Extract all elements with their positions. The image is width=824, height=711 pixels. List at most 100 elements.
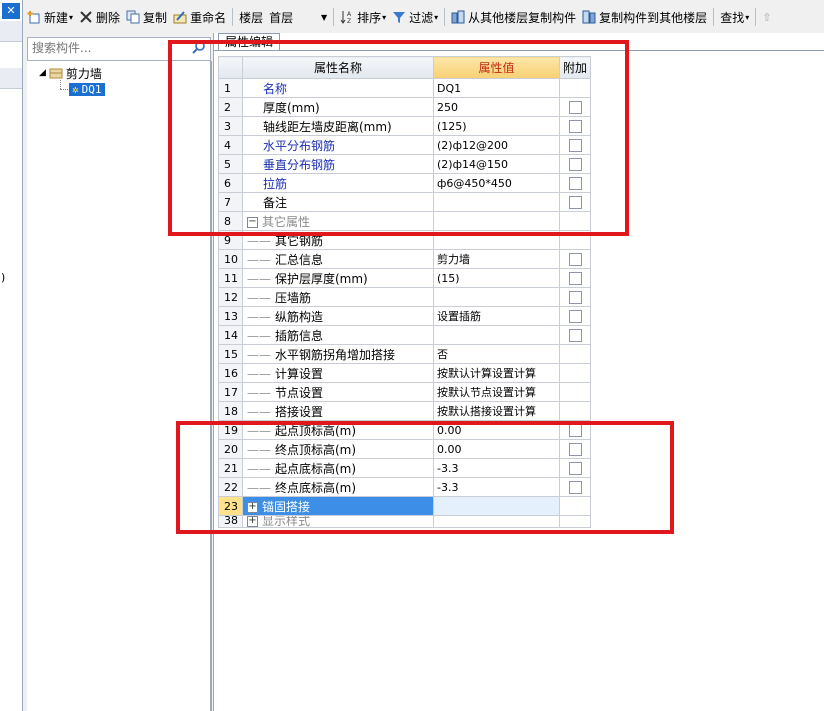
- table-row[interactable]: 18 —— 搭接设置 按默认搭接设置计算: [218, 401, 591, 421]
- table-row[interactable]: 16 —— 计算设置 按默认计算设置计算: [218, 363, 591, 383]
- copy-to-floor-button[interactable]: 复制构件到其他楼层: [579, 6, 710, 28]
- copy-from-floor-label: 从其他楼层复制构件: [468, 10, 577, 25]
- copy-to-floor-icon: [582, 10, 596, 24]
- add-checkbox[interactable]: [568, 310, 582, 323]
- add-cell: [559, 325, 591, 345]
- tree-connector: ——: [247, 404, 271, 419]
- copy-to-floor-label: 复制构件到其他楼层: [599, 10, 708, 25]
- property-name-text: 搭接设置: [275, 404, 324, 419]
- add-cell: [559, 268, 591, 288]
- find-button[interactable]: 查找 ▾: [717, 6, 752, 28]
- copy-button[interactable]: 复制: [123, 6, 170, 28]
- left-panel-cell[interactable]: [0, 68, 22, 89]
- filter-button[interactable]: 过滤 ▾: [389, 6, 441, 28]
- property-value[interactable]: [433, 287, 560, 307]
- scroll-up-icon[interactable]: ⇧: [759, 6, 774, 28]
- property-value[interactable]: (15): [433, 268, 560, 288]
- table-row[interactable]: 12 —— 压墙筋: [218, 287, 591, 307]
- property-value[interactable]: 按默认计算设置计算: [433, 363, 560, 383]
- tree-connector: ——: [247, 252, 271, 267]
- row-number: 18: [218, 401, 243, 421]
- tree-connector: ——: [247, 347, 271, 362]
- sort-button[interactable]: AZ 排序 ▾: [337, 6, 389, 28]
- expand-arrow-icon[interactable]: ◢: [39, 68, 46, 78]
- property-name-text: 纵筋构造: [275, 309, 324, 324]
- copy-icon: [126, 10, 140, 24]
- rename-button[interactable]: 重命名: [170, 6, 229, 28]
- row-number: 11: [218, 268, 243, 288]
- add-checkbox[interactable]: [568, 329, 582, 342]
- copy-from-floor-icon: [451, 10, 465, 24]
- highlight-box-bottom: [176, 421, 674, 534]
- left-panel-strip: ✕ ): [0, 0, 23, 711]
- property-name: —— 计算设置: [242, 363, 434, 383]
- delete-icon: [80, 11, 92, 23]
- filter-label: 过滤: [409, 10, 434, 25]
- tree-node-selected: ✲ DQ1: [69, 82, 105, 96]
- tree-connector: ——: [247, 290, 271, 305]
- property-value[interactable]: 按默认搭接设置计算: [433, 401, 560, 421]
- chevron-down-icon: ▼: [320, 12, 328, 22]
- delete-button[interactable]: 删除: [76, 6, 123, 28]
- add-checkbox[interactable]: [568, 253, 582, 266]
- tree-connector: ——: [247, 328, 271, 343]
- new-icon: [27, 11, 40, 24]
- row-number: 10: [218, 249, 243, 269]
- tree-node-label: DQ1: [81, 82, 102, 96]
- property-name: —— 水平钢筋拐角增加搭接: [242, 344, 434, 364]
- row-number: 14: [218, 325, 243, 345]
- add-cell: [559, 287, 591, 307]
- property-name-text: 节点设置: [275, 385, 324, 400]
- add-cell: [559, 344, 591, 364]
- property-value[interactable]: 否: [433, 344, 560, 364]
- row-number: 17: [218, 382, 243, 402]
- svg-text:Z: Z: [347, 18, 351, 24]
- copy-from-floor-button[interactable]: 从其他楼层复制构件: [448, 6, 579, 28]
- property-value[interactable]: 剪力墙: [433, 249, 560, 269]
- add-checkbox[interactable]: [568, 272, 582, 285]
- table-row[interactable]: 11 —— 保护层厚度(mm) (15): [218, 268, 591, 288]
- floor-label: 楼层: [239, 10, 264, 25]
- new-button[interactable]: 新建 ▾: [24, 6, 76, 28]
- property-value[interactable]: 按默认节点设置计算: [433, 382, 560, 402]
- chevron-down-icon: ▾: [745, 12, 750, 22]
- chevron-down-icon: ▾: [69, 12, 74, 22]
- toolbar-divider: [333, 8, 335, 26]
- floor-select[interactable]: 首层 ▼: [266, 8, 330, 26]
- property-name: —— 汇总信息: [242, 249, 434, 269]
- toolbar-divider: [444, 8, 446, 26]
- highlight-box-top: [168, 40, 629, 236]
- toolbar-divider: [713, 8, 715, 26]
- close-icon[interactable]: ✕: [2, 3, 20, 19]
- property-name-text: 计算设置: [275, 366, 324, 381]
- add-cell: [559, 306, 591, 326]
- property-name-text: 汇总信息: [275, 252, 324, 267]
- property-value[interactable]: 设置插筋: [433, 306, 560, 326]
- tree-node-shear-wall[interactable]: ◢ 剪力墙: [39, 65, 102, 81]
- property-name-text: 插筋信息: [275, 328, 324, 343]
- property-value[interactable]: [433, 325, 560, 345]
- property-name-text: 保护层厚度(mm): [275, 271, 368, 286]
- chevron-down-icon: ▾: [382, 12, 387, 22]
- table-row[interactable]: 13 —— 纵筋构造 设置插筋: [218, 306, 591, 326]
- tree-node-dq1[interactable]: ✲ DQ1: [69, 81, 105, 97]
- table-row[interactable]: 14 —— 插筋信息: [218, 325, 591, 345]
- chevron-down-icon: ▾: [434, 12, 439, 22]
- table-row[interactable]: 10 —— 汇总信息 剪力墙: [218, 249, 591, 269]
- add-cell: [559, 249, 591, 269]
- toolbar: 新建 ▾ 删除 复制 重命名 楼层 首层 ▼ AZ 排序 ▾ 过滤 ▾ 从其他楼…: [24, 3, 824, 31]
- toolbar-divider: [755, 8, 757, 26]
- property-name-text: 水平钢筋拐角增加搭接: [275, 347, 396, 362]
- search-input[interactable]: [28, 38, 190, 58]
- wall-icon: [49, 68, 63, 79]
- rename-label: 重命名: [190, 10, 227, 25]
- row-number: 16: [218, 363, 243, 383]
- delete-label: 删除: [96, 10, 121, 25]
- find-label: 查找: [720, 10, 745, 25]
- tree-connector: [60, 89, 68, 91]
- row-number: 13: [218, 306, 243, 326]
- left-panel-cell[interactable]: [0, 21, 22, 42]
- table-row[interactable]: 15 —— 水平钢筋拐角增加搭接 否: [218, 344, 591, 364]
- table-row[interactable]: 17 —— 节点设置 按默认节点设置计算: [218, 382, 591, 402]
- add-checkbox[interactable]: [568, 291, 582, 304]
